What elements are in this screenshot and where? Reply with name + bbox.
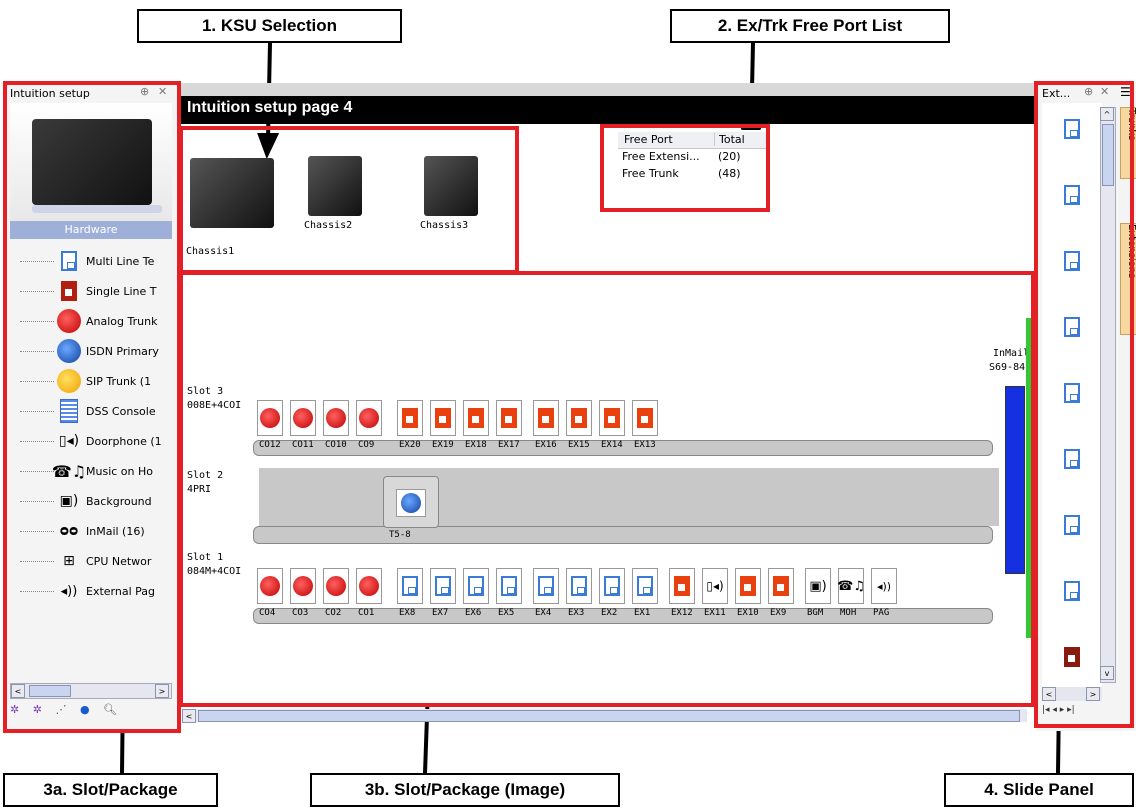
main-h-scrollbar[interactable]: < (182, 709, 1027, 723)
slot-package-list-frame (3, 81, 181, 733)
main-top-gray (181, 83, 1036, 96)
main-title-bar: Intuition setup page 4 (181, 96, 1036, 124)
page-title: Intuition setup page 4 (187, 99, 353, 116)
slide-panel-frame (1034, 81, 1134, 728)
slot-image-frame (179, 271, 1035, 707)
ksu-selection-frame (179, 126, 519, 274)
free-port-frame (600, 124, 770, 212)
